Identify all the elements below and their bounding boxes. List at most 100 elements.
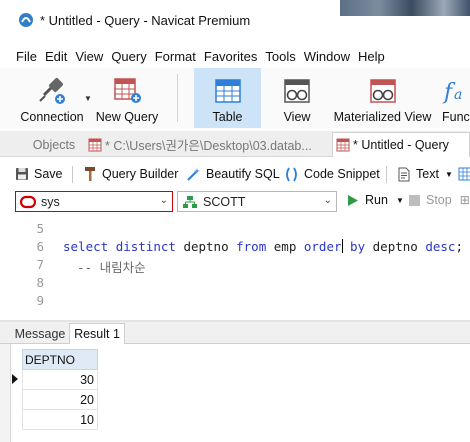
grid-view-button[interactable] [458,164,470,184]
toolbar-divider [177,74,178,122]
new-query-label: New Query [95,110,159,124]
grid-icon [458,167,470,181]
chevron-down-icon: ⌄ [323,195,332,206]
line-number: 7 [36,257,44,272]
tab-result-1-label: Result 1 [74,327,120,341]
menu-edit[interactable]: Edit [45,49,67,64]
connection-bar: sys ⌄ SCOTT ⌄ Run ▼ Stop ⊞ [0,190,470,214]
sql-editor[interactable]: 5 6 7 8 9 select distinct deptno from em… [0,216,470,320]
save-label: Save [34,167,63,181]
table-button[interactable]: Table [194,68,261,128]
code-snippet-button[interactable]: Code Snippet [284,164,380,184]
table-name: emp [273,239,297,254]
text-output-button[interactable]: Text ▼ [397,164,453,184]
table-row[interactable]: 10 [22,410,98,430]
run-button[interactable]: Run ▼ [347,193,404,207]
view-button[interactable]: View [268,68,326,128]
table-cell: 30 [80,372,94,387]
table-label: Table [212,110,243,124]
table-row[interactable]: 20 [22,390,98,410]
menu-query[interactable]: Query [111,49,146,64]
menu-favorites[interactable]: Favorites [204,49,257,64]
grid-row-header-strip [0,344,11,442]
schema-select[interactable]: SCOTT ⌄ [177,191,337,212]
connection-button[interactable]: Connection [15,68,89,128]
menu-tools[interactable]: Tools [265,49,295,64]
new-query-button[interactable]: New Query [94,68,160,128]
column-name: deptno [372,239,418,254]
stop-button[interactable]: Stop ⊞ [409,193,470,207]
stop-icon [409,194,420,206]
document-tab-bar: Objects * C:\Users\권가은\Desktop\03.datab.… [0,131,470,157]
materialized-view-button[interactable]: Materialized View [331,68,434,128]
current-row-marker-icon [12,374,18,384]
keyword-select: select [63,239,109,254]
view-icon [284,79,310,103]
save-button[interactable]: Save [15,164,63,184]
run-label: Run [365,193,388,207]
tab-untitled-query-label: * Untitled - Query [353,138,449,152]
function-button[interactable]: f a Func [442,68,470,128]
column-name: deptno [183,239,229,254]
tab-objects-label: Objects [32,137,76,152]
text-output-label: Text [416,167,439,181]
tab-untitled-query[interactable]: * Untitled - Query [332,132,470,157]
new-query-icon [114,78,141,103]
desktop-background [340,0,470,16]
title-bar: * Untitled - Query - Navicat Premium [0,0,470,40]
line-number: 5 [36,221,44,236]
column-header-deptno[interactable]: DEPTNO [22,349,98,370]
save-icon [16,168,28,180]
keyword-from: from [236,239,267,254]
line-number: 6 [36,239,44,254]
brackets-icon [286,167,297,181]
tab-message[interactable]: Message [12,323,68,344]
view-label: View [283,110,311,124]
tab-message-label: Message [14,326,66,341]
query-toolbar: Save Query Builder Beautify SQL Code Sni… [0,160,470,188]
line-number: 8 [36,275,44,290]
menu-file[interactable]: File [16,49,37,64]
menu-help[interactable]: Help [358,49,385,64]
schema-select-value: SCOTT [203,194,246,209]
query-toolbar-divider [72,166,73,183]
menu-window[interactable]: Window [304,49,350,64]
beautify-sql-button[interactable]: Beautify SQL [186,164,280,184]
connection-label: Connection [20,110,84,124]
keyword-desc: desc [425,239,456,254]
window-title: * Untitled - Query - Navicat Premium [40,12,251,28]
sql-comment-line: -- 내림차순 [77,260,146,275]
hammer-icon [85,167,95,181]
query-builder-button[interactable]: Query Builder [83,164,178,184]
connection-dropdown-icon[interactable]: ▼ [84,94,92,103]
code-snippet-label: Code Snippet [304,167,380,181]
menu-format[interactable]: Format [155,49,196,64]
text-output-dropdown-icon[interactable]: ▼ [445,170,453,179]
table-row[interactable]: 30 [22,370,98,390]
stop-label: Stop [426,193,452,207]
keyword-by: by [350,239,366,254]
table-cell: 10 [80,412,94,427]
keyword-distinct: distinct [115,239,176,254]
result-tab-bar: Message Result 1 [0,322,470,344]
tab-result-1[interactable]: Result 1 [69,323,125,344]
keyword-order: order [303,239,342,254]
line-number: 9 [36,293,44,308]
function-label: Func [442,110,470,124]
tab-file-query[interactable]: * C:\Users\권가은\Desktop\03.datab... [88,132,331,157]
document-text-icon [398,167,410,181]
statement-terminator: ; [455,239,463,254]
table-icon [214,79,241,103]
play-icon [348,194,358,206]
svg-text:a: a [454,87,462,103]
explain-icon[interactable]: ⊞ [460,193,470,207]
schema-icon [183,195,197,208]
magic-wand-icon [187,167,200,181]
plug-icon [39,78,65,104]
main-toolbar: Connection ▼ New Query Table View Materi… [0,68,470,128]
menu-view[interactable]: View [75,49,103,64]
connection-select[interactable]: sys ⌄ [15,191,173,212]
tab-file-query-label: * C:\Users\권가은\Desktop\03.datab... [105,139,312,153]
run-dropdown-icon[interactable]: ▼ [396,196,404,205]
tab-objects[interactable]: Objects [14,132,94,157]
